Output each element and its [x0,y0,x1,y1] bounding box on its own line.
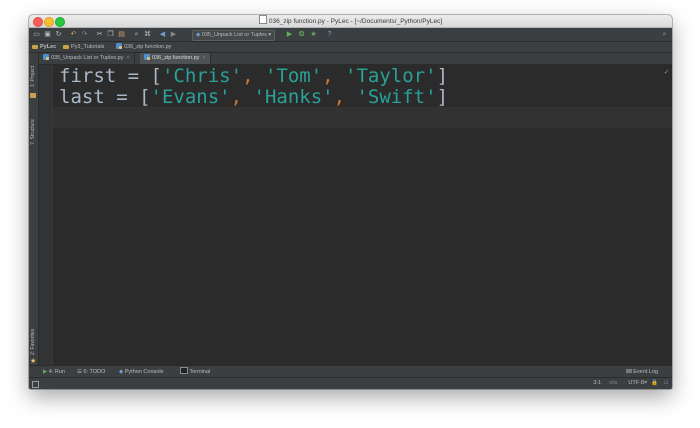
todo-tool-label: 6: TODO [83,369,106,375]
string-literal: 'Swift' [356,86,437,108]
python-icon: ◆ [196,32,201,38]
code-editor[interactable]: first = ['Chris', 'Tom', 'Taylor'] last … [39,65,672,366]
undo-icon[interactable]: ↶ [69,30,78,39]
structure-tool-button[interactable]: 7: Structure [30,119,36,145]
breadcrumb-file[interactable]: 036_zip function.py [116,42,171,52]
favorites-star-icon: ★ [30,358,37,365]
find-icon[interactable]: ⌕ [132,30,141,39]
run-icon: ▶ [43,369,48,375]
tab-label: 036_zip function.py [152,55,200,61]
identifier: first [59,65,117,87]
run-configuration-select[interactable]: ◆ 035_Unpack List or Tuples ▾ [192,30,276,41]
file-icon [258,15,267,24]
project-tool-icon [30,93,36,98]
run-icon[interactable]: ▶ [285,30,294,39]
debug-icon[interactable]: ❂ [297,30,306,39]
cut-icon[interactable]: ✂ [95,30,104,39]
coverage-icon[interactable]: ★ [309,30,318,39]
string-literal: 'Hanks' [253,86,334,108]
operator: = [116,65,151,87]
python-file-icon [116,43,122,49]
tool-window-toggle-icon[interactable] [32,381,39,388]
open-folder-icon[interactable]: ▭ [32,30,41,39]
comma: , [230,86,254,108]
breadcrumb-folder[interactable]: Py3_Tutorials [63,42,104,52]
replace-icon[interactable]: ⌘ [143,30,152,39]
caret-row-highlight [53,107,672,128]
ide-window: 036_zip function.py - PyLec - [~/Documen… [29,15,672,389]
folder-icon [63,44,69,49]
python-console-label: Python Console [124,369,164,375]
python-file-icon [144,54,150,60]
bracket: [ [139,86,151,108]
window-title-text: 036_zip function.py - PyLec - [~/Documen… [268,18,443,25]
terminal-label: Terminal [189,369,211,375]
todo-icon: ☰ [77,369,82,375]
event-log-label: Event Log [633,369,658,375]
forward-icon[interactable]: ▶ [169,30,178,39]
line-separator[interactable]: n/a [609,378,617,389]
bracket: ] [436,65,449,87]
run-configuration-label: 035_Unpack List or Tuples [201,32,267,38]
string-literal: 'Evans' [150,86,231,108]
paste-icon[interactable]: ▤ [117,30,126,39]
caret-position[interactable]: 3:1 [593,378,601,389]
code-line-1[interactable]: first = ['Chris', 'Tom', 'Taylor'] [59,66,448,87]
comma: , [242,65,265,87]
bracket: ] [436,86,449,108]
string-literal: 'Tom' [264,65,323,87]
main-toolbar: ▭ ▣ ↻ ↶ ↷ ✂ ❐ ▤ ⌕ ⌘ ◀ ▶ ◆ 035_Unpack Lis… [29,28,672,42]
title-bar: 036_zip function.py - PyLec - [~/Documen… [29,15,672,28]
git-icon[interactable]: □ [665,378,668,389]
comma: , [333,86,357,108]
string-literal: 'Chris' [161,65,243,87]
inspection-ok-icon[interactable]: ✓ [664,67,669,76]
tab-label: 035_Unpack List or Tuples.py [51,55,124,61]
sync-icon[interactable]: ↻ [54,30,63,39]
string-literal: 'Taylor' [345,65,437,87]
close-tab-icon[interactable]: × [126,55,129,61]
close-tab-icon[interactable]: × [202,55,205,61]
window-title: 036_zip function.py - PyLec - [~/Documen… [29,15,672,27]
lock-icon[interactable]: 🔒 [651,378,658,389]
project-tool-button[interactable]: 1: Project [30,66,36,87]
python-console-icon: ◆ [119,369,124,375]
terminal-icon [180,366,188,374]
run-tool-label: 4: Run [48,369,65,375]
operator: = [104,86,140,108]
file-encoding[interactable]: UTF-8≠ [628,378,647,389]
redo-icon[interactable]: ↷ [80,30,89,39]
identifier: last [59,86,105,108]
breadcrumb-folder-label: Py3_Tutorials [71,44,105,50]
tab-035-unpack[interactable]: 035_Unpack List or Tuples.py × [39,53,135,64]
python-file-icon [43,54,49,60]
favorites-tool-button[interactable]: 2: Favorites [30,329,36,355]
left-tool-strip: 1: Project 7: Structure 2: Favorites ★ [29,53,39,377]
bracket: [ [150,65,162,87]
editor-tabs: 035_Unpack List or Tuples.py × 036_zip fu… [39,53,672,65]
breadcrumb-project[interactable]: PyLec [32,42,56,52]
help-icon[interactable]: ? [325,30,334,39]
navigation-bar: PyLec Py3_Tutorials 036_zip function.py [29,42,672,53]
tab-036-zip[interactable]: 036_zip function.py × [140,53,211,64]
copy-icon[interactable]: ❐ [106,30,115,39]
comma: , [322,65,346,87]
back-icon[interactable]: ◀ [158,30,167,39]
breadcrumb-file-label: 036_zip function.py [124,44,172,50]
breadcrumb-project-label: PyLec [40,44,57,50]
search-everywhere-icon[interactable]: ⌕ [660,30,669,39]
folder-icon [32,44,38,49]
line-gutter[interactable] [39,65,53,366]
save-icon[interactable]: ▣ [43,30,52,39]
code-line-2[interactable]: last = ['Evans', 'Hanks', 'Swift'] [59,87,448,108]
event-log-icon [625,369,632,373]
status-bar: 3:1 n/a UTF-8≠ 🔒 □ [29,377,672,389]
